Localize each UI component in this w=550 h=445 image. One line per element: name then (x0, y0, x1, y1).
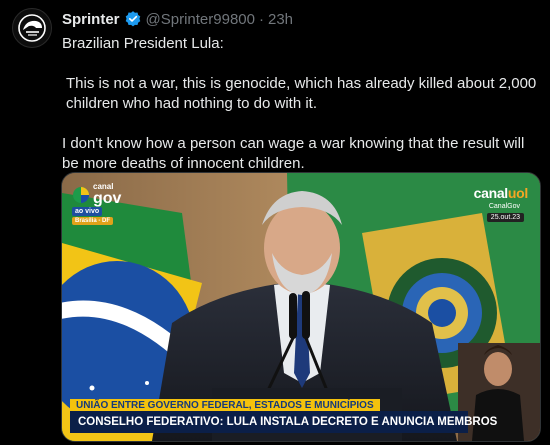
tweet-paragraph-1: Brazilian President Lula: (62, 35, 224, 52)
location-badge: Brasília - DF (72, 217, 114, 225)
tweet-paragraph-2: This is not a war, this is genocide, whi… (66, 75, 537, 112)
verified-badge-icon (124, 10, 142, 28)
helmet-logo-icon (18, 14, 46, 42)
tweet: Sprinter @Sprinter99800 · 23h Brazilian … (0, 0, 550, 445)
tweet-media-video[interactable]: canal gov ao vivo Brasília - DF canaluol… (61, 172, 541, 442)
author-handle[interactable]: @Sprinter99800 (146, 11, 255, 28)
logo-gov-text: gov (93, 190, 122, 207)
canaluol-canal-text: canal (473, 185, 509, 201)
canaluol-uol-text: uol (507, 185, 528, 201)
author-name[interactable]: Sprinter (62, 11, 120, 28)
canalgov-mark-icon (73, 187, 89, 203)
corner-source-label: CanalGov (488, 203, 520, 210)
canalgov-logo: canal gov (72, 183, 121, 207)
live-badge: ao vivo (72, 207, 103, 216)
date-badge: 25.out.23 (486, 213, 524, 222)
lower-third-headline: CONSELHO FEDERATIVO: LULA INSTALA DECRET… (70, 411, 497, 433)
avatar[interactable] (12, 8, 52, 48)
tweet-text: Brazilian President Lula: This is not a … (62, 34, 538, 174)
tweet-paragraph-3: I don't know how a person can wage a war… (62, 135, 525, 172)
canaluol-logo: canaluol (473, 185, 529, 201)
tweet-header: Sprinter @Sprinter99800 · 23h (62, 8, 293, 30)
separator-dot: · (258, 10, 264, 28)
post-timestamp[interactable]: 23h (268, 11, 293, 28)
